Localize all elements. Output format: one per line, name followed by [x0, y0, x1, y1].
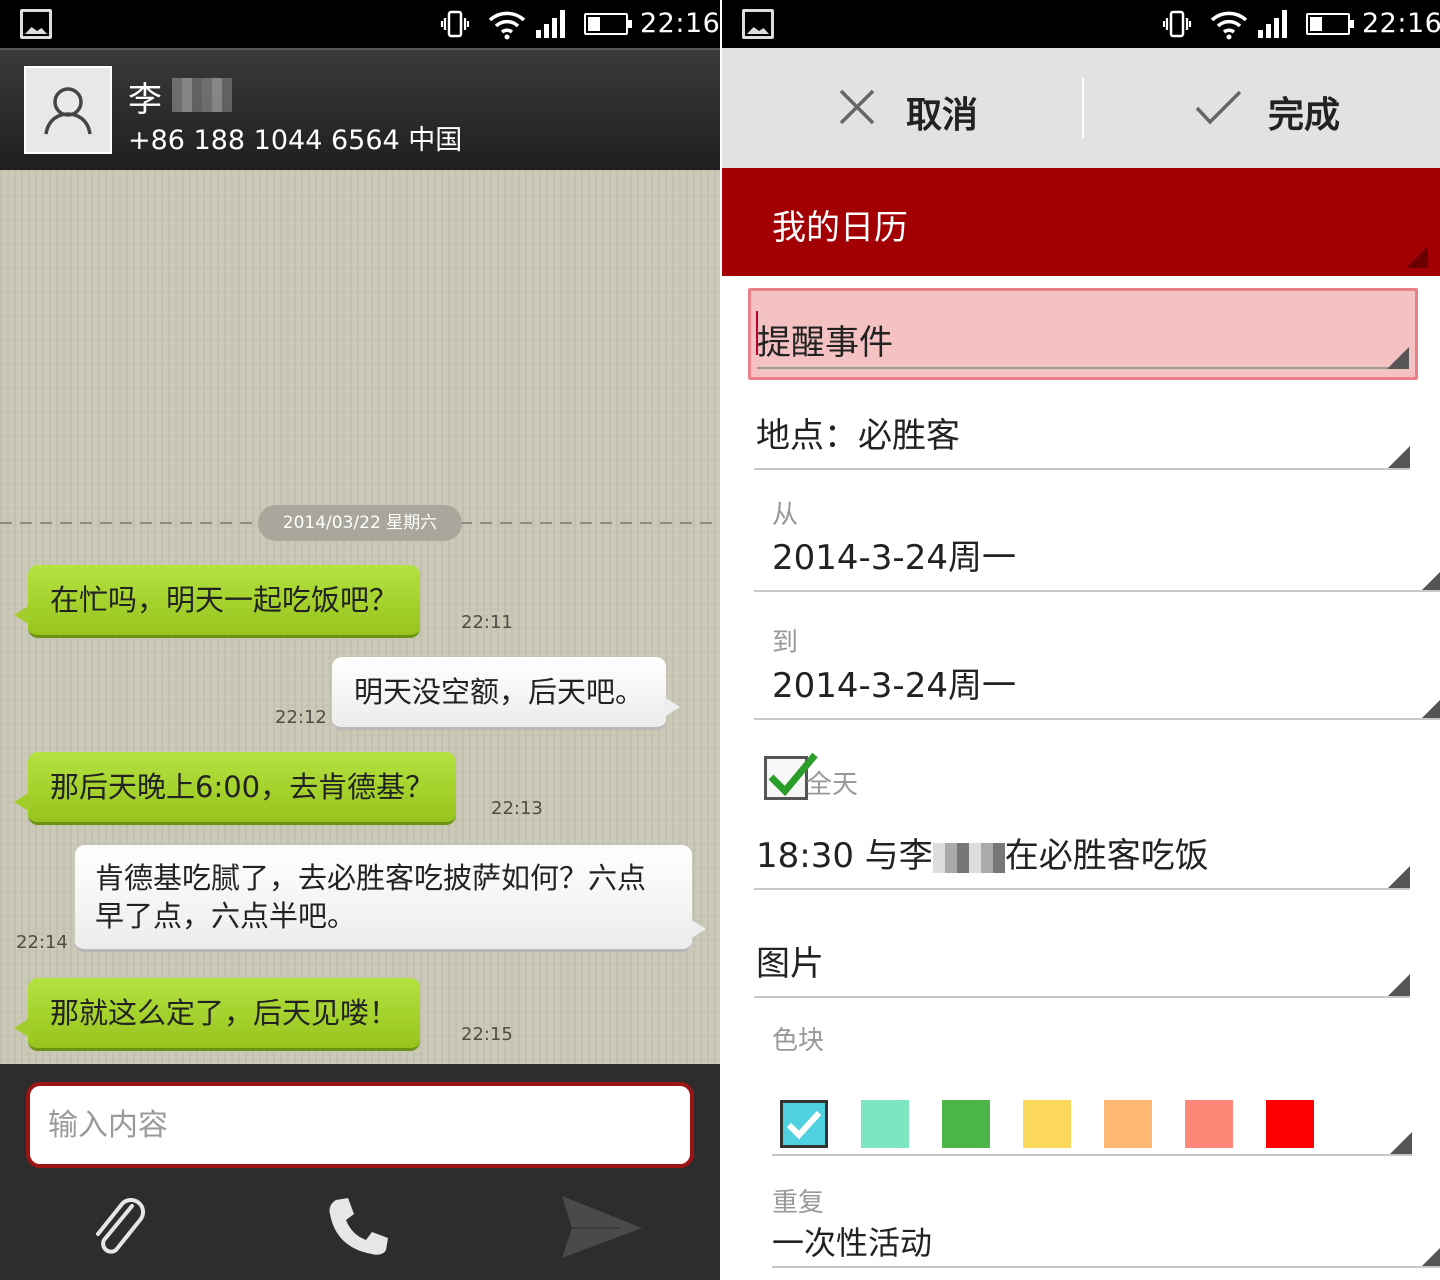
- battery-icon: [1306, 13, 1354, 35]
- field-corner-icon: [1422, 696, 1440, 718]
- repeat-field[interactable]: 重复 一次性活动: [772, 1178, 1440, 1268]
- image-label: 图片: [756, 944, 824, 984]
- message-time: 22:11: [461, 612, 513, 633]
- message-time: 22:14: [16, 932, 68, 953]
- image-notification-icon: [742, 9, 774, 39]
- message-time: 22:13: [491, 798, 543, 819]
- field-corner-icon: [1422, 1244, 1440, 1266]
- contact-phone: +86 188 1044 6564 中国: [128, 125, 463, 156]
- field-underline: [754, 590, 1440, 592]
- field-corner-icon: [1388, 974, 1410, 996]
- from-date-value: 2014-3-24周一: [772, 538, 1016, 578]
- message-time: 22:12: [275, 707, 327, 728]
- color-caption: 色块: [772, 1026, 825, 1056]
- contact-name: 李: [128, 80, 162, 120]
- color-swatch[interactable]: [1185, 1100, 1233, 1148]
- field-corner-icon: [1422, 568, 1440, 590]
- color-swatch[interactable]: [1104, 1100, 1152, 1148]
- color-swatch[interactable]: [861, 1100, 909, 1148]
- field-underline: [754, 718, 1440, 720]
- description-suffix: 在必胜客吃饭: [1004, 836, 1209, 876]
- location-field[interactable]: 地点：必胜客: [754, 400, 1410, 470]
- wifi-icon: [1210, 11, 1248, 40]
- field-underline: [757, 367, 1407, 369]
- repeat-caption: 重复: [772, 1188, 825, 1218]
- description-field[interactable]: 18:30 与李 在必胜客吃饭: [754, 820, 1410, 890]
- field-corner-icon: [1390, 1132, 1412, 1154]
- from-caption: 从: [772, 500, 799, 530]
- cancel-button[interactable]: 取消: [722, 48, 1082, 168]
- date-divider-label: 2014/03/22 星期六: [258, 505, 462, 541]
- color-swatch[interactable]: [942, 1100, 990, 1148]
- field-corner-icon: [1388, 866, 1410, 888]
- vibrate-icon: [1162, 10, 1192, 38]
- send-icon[interactable]: [560, 1192, 644, 1262]
- field-underline: [754, 888, 1410, 890]
- compose-area: [0, 1064, 720, 1280]
- chat-screen: 22:16 李 +86 188 1044 6564 中国 2014/03/22 …: [0, 0, 720, 1280]
- repeat-value: 一次性活动: [772, 1224, 933, 1262]
- redacted-name-mosaic: [932, 842, 1005, 873]
- checkmark-icon: [1195, 90, 1242, 125]
- field-underline: [754, 996, 1410, 998]
- edit-action-bar: 取消 完成: [722, 48, 1440, 168]
- field-underline: [754, 468, 1410, 470]
- calendar-event-screen: 22:16 取消 完成 我的日历 提醒事件 地点：必胜客 从 2014-3-24…: [722, 0, 1440, 1280]
- signal-icon: [536, 10, 565, 38]
- color-swatch[interactable]: [1023, 1100, 1071, 1148]
- done-label: 完成: [1268, 95, 1341, 136]
- calendar-selector[interactable]: 我的日历: [722, 168, 1440, 276]
- vibrate-icon: [440, 10, 470, 38]
- event-title-value: 提醒事件: [757, 323, 893, 363]
- all-day-checkbox[interactable]: [764, 752, 818, 800]
- color-swatch[interactable]: [780, 1100, 828, 1148]
- wifi-icon: [488, 11, 526, 40]
- field-corner-icon: [1388, 446, 1410, 468]
- message-bubble-outgoing[interactable]: 肯德基吃腻了，去必胜客吃披萨如何？六点早了点，六点半吧。: [75, 845, 706, 952]
- dropdown-corner-icon: [1406, 246, 1428, 268]
- description-value: 18:30 与李 在必胜客吃饭: [756, 828, 1209, 877]
- message-bubble-outgoing[interactable]: 明天没空额，后天吧。: [332, 657, 681, 730]
- field-corner-icon: [1387, 347, 1409, 369]
- signal-icon: [1258, 10, 1287, 38]
- battery-icon: [584, 13, 632, 35]
- image-notification-icon: [20, 9, 52, 39]
- description-prefix: 18:30 与李: [756, 836, 933, 876]
- calendar-name: 我的日历: [772, 208, 908, 248]
- person-icon: [44, 87, 92, 135]
- message-list[interactable]: 2014/03/22 星期六 在忙吗，明天一起吃饭吧？ 22:11 明天没空额，…: [0, 170, 720, 1064]
- message-input[interactable]: [26, 1082, 694, 1168]
- done-button[interactable]: 完成: [1084, 48, 1440, 168]
- cancel-label: 取消: [906, 95, 979, 136]
- field-underline: [772, 1154, 1412, 1156]
- status-bar: 22:16: [722, 0, 1440, 48]
- to-caption: 到: [772, 628, 799, 658]
- status-time: 22:16: [1362, 8, 1440, 39]
- close-icon: [839, 89, 875, 125]
- message-bubble-incoming[interactable]: 那就这么定了，后天见喽！: [13, 978, 421, 1051]
- message-bubble-incoming[interactable]: 在忙吗，明天一起吃饭吧？: [13, 565, 421, 638]
- event-title-field[interactable]: 提醒事件: [748, 288, 1418, 380]
- from-date-field[interactable]: 从 2014-3-24周一: [754, 490, 1440, 592]
- contact-avatar[interactable]: [24, 66, 112, 154]
- image-field[interactable]: 图片: [754, 928, 1410, 998]
- status-time: 22:16: [640, 8, 720, 39]
- to-date-field[interactable]: 到 2014-3-24周一: [754, 618, 1440, 720]
- redacted-name-mosaic: [172, 78, 232, 112]
- field-underline: [772, 1266, 1440, 1268]
- message-time: 22:15: [461, 1024, 513, 1045]
- all-day-label: 全天: [806, 770, 859, 800]
- color-swatch[interactable]: [1266, 1100, 1314, 1148]
- status-bar: 22:16: [0, 0, 720, 48]
- conversation-header: 李 +86 188 1044 6564 中国: [0, 48, 720, 170]
- paperclip-icon[interactable]: [84, 1192, 154, 1262]
- check-icon: [786, 1110, 822, 1140]
- to-date-value: 2014-3-24周一: [772, 666, 1016, 706]
- location-value: 地点：必胜客: [756, 416, 960, 456]
- message-bubble-incoming[interactable]: 那后天晚上6:00，去肯德基？: [13, 752, 457, 825]
- phone-icon[interactable]: [322, 1192, 392, 1262]
